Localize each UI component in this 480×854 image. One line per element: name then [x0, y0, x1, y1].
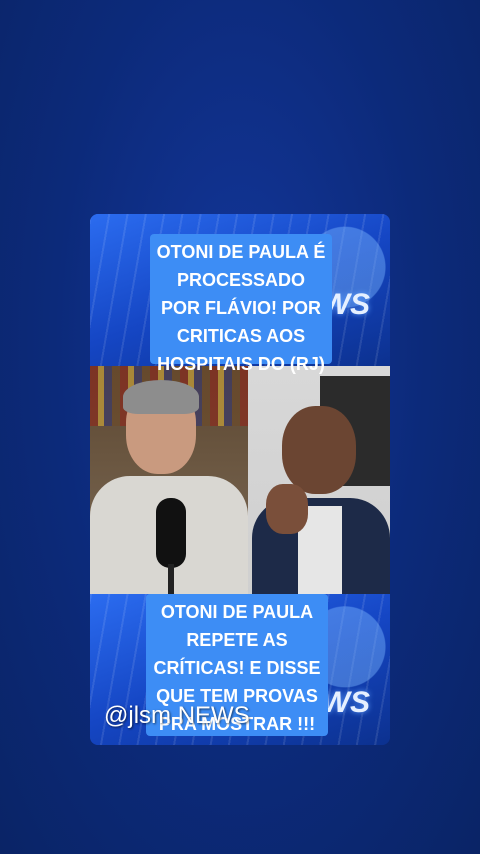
left-speaker-video: [90, 366, 248, 594]
left-speaker-hair: [123, 380, 199, 414]
right-speaker-video: [248, 366, 390, 594]
microphone-arm: [168, 564, 174, 594]
video-frame[interactable]: [90, 366, 390, 594]
microphone-icon: [156, 498, 186, 568]
watermark: @jlsm NEWS: [104, 702, 250, 729]
right-speaker-head: [282, 406, 356, 494]
right-speaker-hand: [266, 484, 308, 534]
caption-top: OTONI DE PAULA É PROCESSADO POR FLÁVIO! …: [150, 234, 332, 374]
